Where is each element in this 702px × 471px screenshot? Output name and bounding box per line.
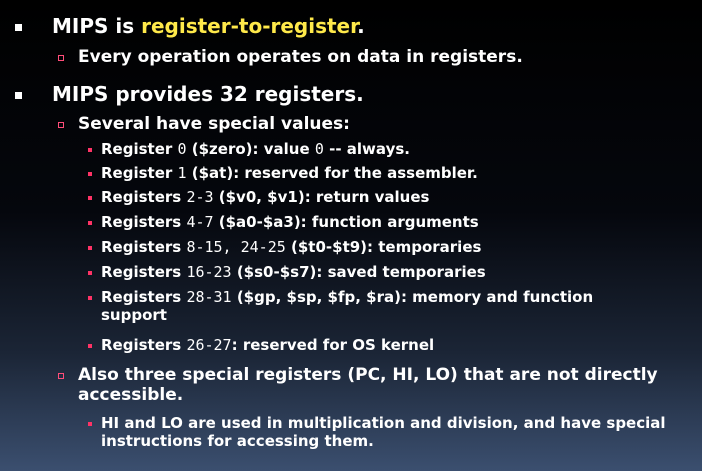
item-text: ($gp, $sp, $fp, $ra): memory and functio… [231,288,594,306]
register-range: 26-27 [186,336,232,354]
bullet-text: MIPS provides 32 registers. [52,82,364,106]
register-number: 0 [177,140,187,158]
item-text-continued: support [101,306,167,324]
item-text: ($v0, $v1): return values [213,188,430,206]
bullet-text-prefix: MIPS is [52,14,142,38]
register-range: 8-15, 24-25 [186,238,286,256]
registers-2-3-item: Registers 2-3 ($v0, $v1): return values [88,188,430,206]
small-square-bullet-icon [88,172,92,176]
item-text: : reserved for OS kernel [231,336,435,354]
item-text: Registers [101,188,187,206]
sub-bullet-text: Several have special values: [78,114,350,134]
sub-bullet-several-special: Several have special values: [58,114,350,134]
bullet-text-suffix: . [357,14,365,38]
register-range: 28-31 [186,288,232,306]
small-square-bullet-icon [88,221,92,225]
item-text: Registers [101,213,187,231]
bullet-mips-provides-32: MIPS provides 32 registers. [15,82,364,106]
item-text: Register [101,164,178,182]
item-text: Registers [101,288,187,306]
slide: MIPS is register-to-register. Every oper… [0,0,702,471]
register-value: 0 [314,140,324,158]
item-text-continued: instructions for accessing them. [101,432,374,450]
small-square-bullet-icon [88,196,92,200]
register-range: 16-23 [186,263,232,281]
sub-bullet-text: Every operation operates on data in regi… [78,47,523,67]
item-text: HI and LO are used in multiplication and… [101,414,666,432]
item-text: ($a0-$a3): function arguments [213,213,479,231]
register-number: 1 [177,164,187,182]
item-text: Registers [101,263,187,281]
small-square-bullet-icon [88,246,92,250]
item-text: ($s0-$s7): saved temporaries [231,263,486,281]
registers-memory-support-item: Registers 28-31 ($gp, $sp, $fp, $ra): me… [88,288,594,324]
item-text: Registers [101,336,187,354]
hollow-square-bullet-icon [58,55,64,61]
item-text: Registers [101,238,187,256]
hi-lo-item: HI and LO are used in multiplication and… [88,414,666,450]
small-square-bullet-icon [88,422,92,426]
square-bullet-icon [15,92,22,99]
sub-bullet-text: Also three special registers (PC, HI, LO… [78,365,658,385]
item-text: ($t0-$t9): temporaries [285,238,482,256]
item-text: ($zero): value [186,140,315,158]
item-text: Register [101,140,178,158]
registers-temporaries-item: Registers 8-15, 24-25 ($t0-$t9): tempora… [88,238,482,256]
sub-bullet-text-continued: accessible. [78,385,184,405]
small-square-bullet-icon [88,296,92,300]
hollow-square-bullet-icon [58,373,64,379]
registers-4-7-item: Registers 4-7 ($a0-$a3): function argume… [88,213,479,231]
hollow-square-bullet-icon [58,122,64,128]
small-square-bullet-icon [88,271,92,275]
register-range: 4-7 [186,213,214,231]
small-square-bullet-icon [88,148,92,152]
sub-bullet-special-registers: Also three special registers (PC, HI, LO… [58,365,658,405]
square-bullet-icon [15,24,22,31]
registers-os-kernel-item: Registers 26-27: reserved for OS kernel [88,336,435,354]
register-0-item: Register 0 ($zero): value 0 -- always. [88,140,410,158]
register-range: 2-3 [186,188,214,206]
bullet-mips-register-to-register: MIPS is register-to-register. [15,14,365,38]
sub-bullet-every-operation: Every operation operates on data in regi… [58,47,523,67]
small-square-bullet-icon [88,344,92,348]
bullet-highlight: register-to-register [141,14,358,38]
registers-saved-item: Registers 16-23 ($s0-$s7): saved tempora… [88,263,486,281]
item-text: -- always. [323,140,410,158]
register-1-item: Register 1 ($at): reserved for the assem… [88,164,478,182]
item-text: ($at): reserved for the assembler. [186,164,478,182]
